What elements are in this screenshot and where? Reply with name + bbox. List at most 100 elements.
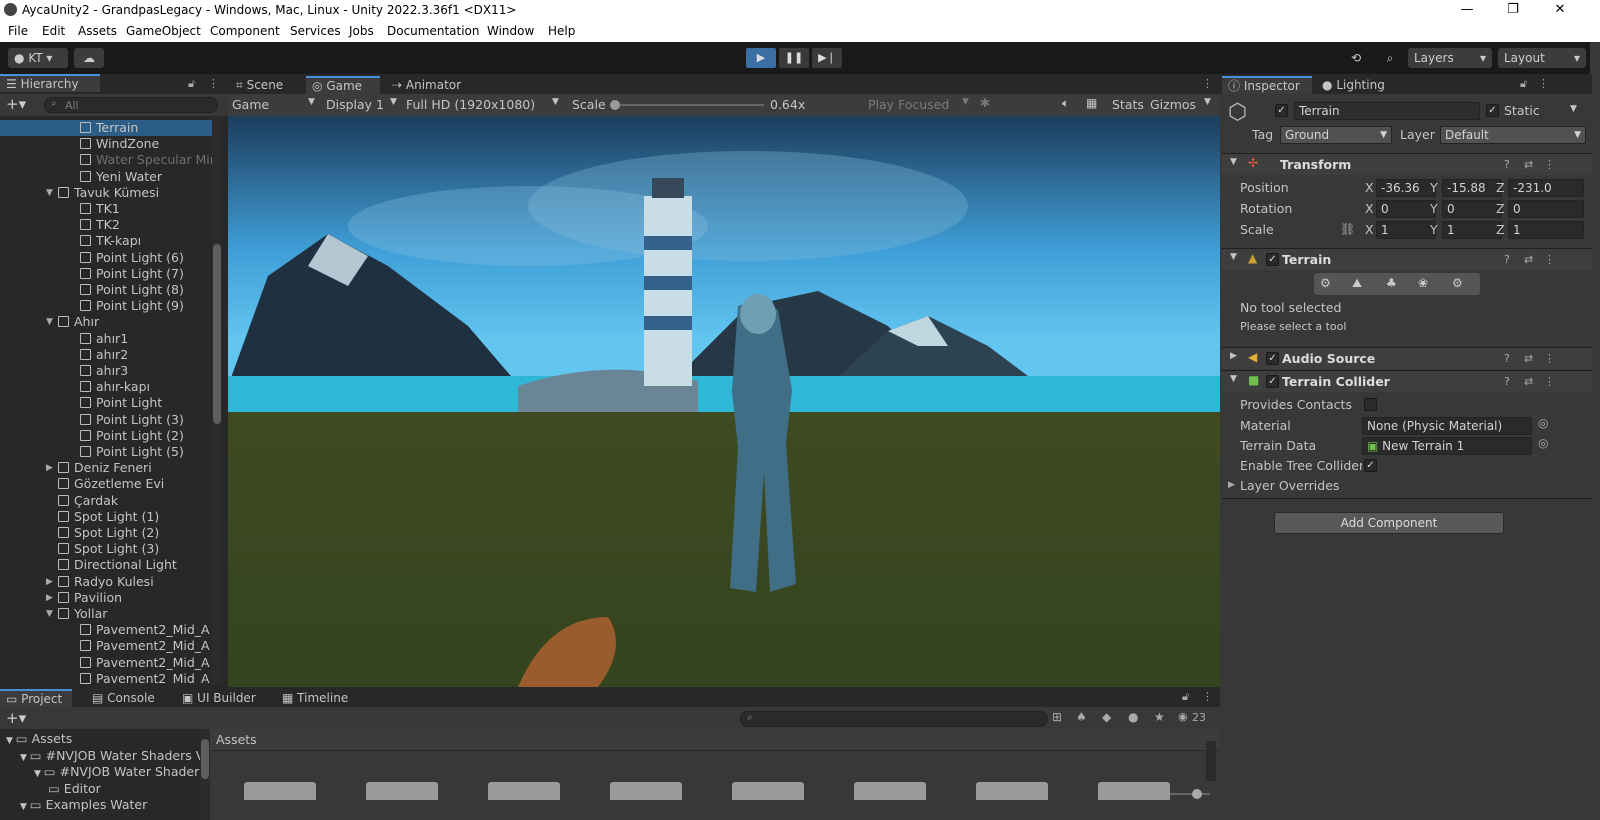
folder-icon[interactable] — [732, 782, 804, 800]
terrain-settings-icon[interactable]: ⚙ — [1452, 276, 1463, 290]
hierarchy-item[interactable]: Çardak — [0, 493, 212, 509]
enable-tree-collider-checkbox[interactable]: ✓ — [1364, 459, 1377, 472]
hierarchy-item[interactable]: ▼ Tavuk Kümesi — [0, 185, 212, 201]
hierarchy-item[interactable]: ahır1 — [0, 331, 212, 347]
expand-arrow-icon[interactable]: ▼ — [46, 317, 53, 327]
tab-scene[interactable]: ⌗ Scene — [230, 76, 291, 94]
object-picker-icon[interactable]: ◎ — [1538, 416, 1548, 430]
hierarchy-item[interactable]: Point Light (3) — [0, 412, 212, 428]
hierarchy-item[interactable]: Directional Light — [0, 557, 212, 573]
hierarchy-item[interactable]: ahır-kapı — [0, 379, 212, 395]
add-icon[interactable]: +▾ — [6, 709, 26, 727]
hierarchy-item[interactable]: ahır3 — [0, 363, 212, 379]
layer-dropdown[interactable]: Default ▼ — [1440, 126, 1586, 144]
scale-slider-thumb[interactable] — [610, 100, 620, 110]
project-folder-item[interactable]: ▼ ▭ Examples Water — [20, 797, 200, 813]
link-icon[interactable]: ⛓ — [1340, 222, 1355, 236]
game-viewport[interactable] — [228, 116, 1220, 687]
scale-y-field[interactable]: 1 — [1442, 221, 1502, 239]
play-button[interactable]: ▶ — [746, 48, 776, 68]
terrain-data-field[interactable]: ▣ New Terrain 1 — [1362, 437, 1532, 455]
hierarchy-item[interactable]: Point Light (2) — [0, 428, 212, 444]
lock-icon[interactable]: 🔓︎ — [1520, 77, 1527, 91]
hierarchy-item[interactable]: ▶ Deniz Feneri — [0, 460, 212, 476]
object-name-field[interactable]: Terrain — [1294, 102, 1480, 120]
help-icon[interactable]: ? — [1504, 253, 1510, 266]
paint-trees-icon[interactable]: ♣ — [1386, 276, 1397, 290]
collider-enabled-checkbox[interactable]: ✓ — [1266, 375, 1279, 388]
tag-dropdown[interactable]: Ground ▼ — [1280, 126, 1392, 144]
project-folder-item[interactable]: ▭ Editor — [48, 781, 200, 797]
active-checkbox[interactable]: ✓ — [1275, 104, 1288, 117]
hierarchy-item[interactable]: Gözetleme Evi — [0, 476, 212, 492]
object-picker-icon[interactable]: ◎ — [1538, 436, 1548, 450]
warning-icon[interactable]: ● — [1128, 710, 1138, 724]
grid-icon[interactable]: ▦ — [1086, 96, 1097, 110]
material-field[interactable]: None (Physic Material) — [1362, 417, 1532, 435]
history-icon[interactable]: ⟲ — [1342, 48, 1370, 68]
collapse-arrow-icon[interactable]: ▶ — [46, 577, 53, 587]
hierarchy-item[interactable]: Point Light (9) — [0, 298, 212, 314]
hierarchy-item[interactable]: TK2 — [0, 217, 212, 233]
paint-details-icon[interactable]: ❀ — [1418, 276, 1428, 290]
hierarchy-item[interactable]: TK-kapı — [0, 233, 212, 249]
assets-breadcrumb[interactable]: Assets — [216, 732, 257, 747]
tab-hierarchy[interactable]: ☰ Hierarchy — [0, 74, 100, 92]
tab-animator[interactable]: ⇢ Animator — [386, 76, 469, 94]
audio-source-header[interactable]: ▶ ◀ ✓ Audio Source ? ⇄ ⋮ — [1222, 347, 1592, 369]
filter-icon[interactable]: ♠ — [1076, 710, 1087, 724]
expand-arrow-icon[interactable]: ▼ — [20, 753, 30, 763]
folder-icon[interactable] — [610, 782, 682, 800]
more-menu-icon[interactable]: ⋮ — [208, 77, 219, 90]
hierarchy-item[interactable]: Water Specular Mirr — [0, 152, 212, 168]
help-icon[interactable]: ? — [1504, 375, 1510, 388]
minimize-button[interactable]: — — [1444, 0, 1490, 20]
chevron-down-icon[interactable]: ▼ — [1570, 104, 1577, 114]
folder-icon[interactable] — [366, 782, 438, 800]
more-menu-icon[interactable]: ⋮ — [1538, 77, 1549, 90]
more-menu-icon[interactable]: ⋮ — [1544, 158, 1555, 171]
expand-arrow-icon[interactable]: ▼ — [1230, 374, 1237, 384]
menu-help[interactable]: Help — [548, 24, 575, 38]
hierarchy-item[interactable]: Pavement2_Mid_A ( — [0, 638, 212, 654]
preset-icon[interactable]: ⇄ — [1524, 158, 1533, 171]
tab-ui-builder[interactable]: ▣ UI Builder — [176, 689, 264, 707]
hierarchy-item[interactable]: ▼ Yollar — [0, 606, 212, 622]
tab-project[interactable]: ▭ Project — [0, 689, 72, 707]
hierarchy-item[interactable]: Point Light (8) — [0, 282, 212, 298]
menu-jobs[interactable]: Jobs — [349, 24, 374, 38]
more-menu-icon[interactable]: ⋮ — [1544, 352, 1555, 365]
hierarchy-scrollbar[interactable] — [212, 116, 222, 685]
icon-size-slider[interactable] — [1170, 789, 1210, 799]
rotation-z-field[interactable]: 0 — [1508, 200, 1584, 218]
expand-arrow-icon[interactable]: ▼ — [20, 802, 30, 812]
help-icon[interactable]: ? — [1504, 158, 1510, 171]
expand-arrow-icon[interactable]: ▼ — [34, 769, 44, 779]
project-folder-item[interactable]: ▼ ▭ Assets — [6, 731, 200, 747]
audio-enabled-checkbox[interactable]: ✓ — [1266, 352, 1279, 365]
menu-services[interactable]: Services — [290, 24, 341, 38]
visibility-icon[interactable]: ◉ — [1178, 710, 1188, 723]
hierarchy-item[interactable]: Spot Light (1) — [0, 509, 212, 525]
hierarchy-item[interactable]: ahır2 — [0, 347, 212, 363]
expand-arrow-icon[interactable]: ▼ — [6, 736, 16, 746]
hierarchy-item[interactable]: ▶ Pavilion — [0, 590, 212, 606]
rotation-y-field[interactable]: 0 — [1442, 200, 1502, 218]
cloud-button[interactable]: ☁ — [74, 48, 104, 68]
hierarchy-item[interactable]: Spot Light (3) — [0, 541, 212, 557]
scale-x-field[interactable]: 1 — [1376, 221, 1436, 239]
folder-icon[interactable] — [976, 782, 1048, 800]
hierarchy-item[interactable]: Point Light (6) — [0, 250, 212, 266]
terrain-collider-header[interactable]: ▼ ■ ✓ Terrain Collider ? ⇄ ⋮ — [1222, 370, 1592, 392]
hierarchy-item[interactable]: Terrain — [0, 120, 212, 136]
collapse-arrow-icon[interactable]: ▶ — [1230, 351, 1237, 361]
account-dropdown[interactable]: ● KT ▾ — [8, 48, 68, 68]
menu-file[interactable]: File — [8, 24, 28, 38]
close-button[interactable]: ✕ — [1537, 0, 1583, 20]
more-menu-icon[interactable]: ⋮ — [1202, 690, 1213, 703]
game-mode-dropdown[interactable]: Game — [232, 97, 269, 112]
menu-component[interactable]: Component — [210, 24, 280, 38]
terrain-enabled-checkbox[interactable]: ✓ — [1266, 253, 1279, 266]
hierarchy-item[interactable]: Point Light — [0, 395, 212, 411]
search-icon[interactable]: ⌕ — [1376, 48, 1404, 68]
